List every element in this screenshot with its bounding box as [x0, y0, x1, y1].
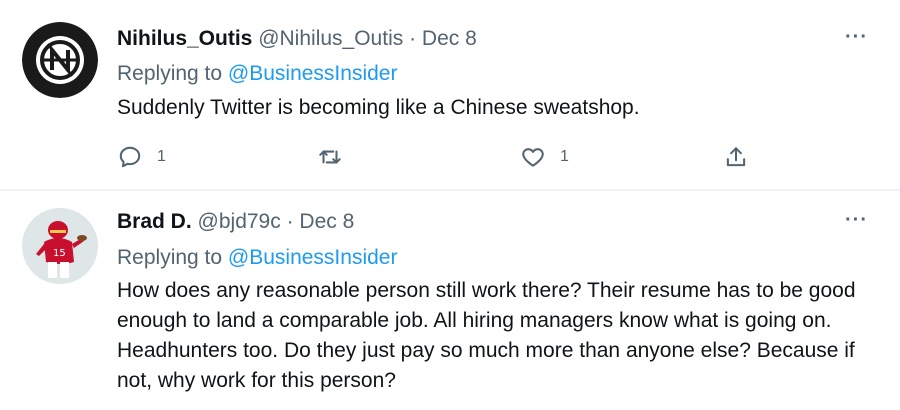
tweet[interactable]: Nihilus_Outis @Nihilus_Outis · Dec 8 ···… [0, 0, 900, 190]
replying-to-line: Replying to @BusinessInsider [117, 246, 397, 270]
user-handle[interactable]: @bjd79c [198, 210, 281, 233]
like-count: 1 [560, 148, 569, 165]
more-icon[interactable]: ··· [845, 209, 868, 232]
replying-to-line: Replying to @BusinessInsider [117, 62, 397, 86]
avatar[interactable]: 15 [22, 208, 98, 284]
tweet-header: Nihilus_Outis @Nihilus_Outis · Dec 8 [117, 27, 477, 51]
football-player-photo-icon: 15 [22, 208, 98, 284]
display-name[interactable]: Nihilus_Outis [117, 27, 252, 50]
tweet[interactable]: 15 Brad D. @bjd79c · Dec 8 ··· Replying … [0, 190, 900, 410]
crossed-circle-logo-icon [22, 22, 98, 98]
share-button[interactable] [723, 142, 749, 172]
tweet-header: Brad D. @bjd79c · Dec 8 [117, 210, 354, 234]
retweet-button[interactable] [317, 142, 343, 172]
heart-icon [522, 148, 544, 167]
user-handle[interactable]: @Nihilus_Outis [258, 27, 403, 50]
tweet-date[interactable]: Dec 8 [299, 210, 354, 233]
svg-text:15: 15 [53, 248, 66, 259]
tweet-text: Suddenly Twitter is becoming like a Chin… [117, 96, 640, 119]
replying-to-mention-link[interactable]: @BusinessInsider [228, 62, 398, 85]
separator-dot: · [286, 210, 294, 233]
like-button[interactable]: 1 [520, 142, 569, 172]
replying-to-label: Replying to [117, 62, 223, 85]
retweet-icon [319, 150, 341, 164]
replying-to-mention-link[interactable]: @BusinessInsider [228, 246, 398, 269]
replying-to-label: Replying to [117, 246, 223, 269]
more-icon[interactable]: ··· [845, 26, 868, 49]
reply-button[interactable]: 1 [117, 142, 166, 172]
avatar[interactable] [22, 22, 98, 98]
tweet-actions: 1 1 [117, 142, 757, 172]
reply-count: 1 [157, 148, 166, 165]
share-icon [726, 147, 746, 167]
tweet-date[interactable]: Dec 8 [422, 27, 477, 50]
reply-icon [119, 146, 141, 168]
separator-dot: · [409, 27, 417, 50]
display-name[interactable]: Brad D. [117, 210, 192, 233]
tweet-text: How does any reasonable person still wor… [117, 279, 856, 392]
